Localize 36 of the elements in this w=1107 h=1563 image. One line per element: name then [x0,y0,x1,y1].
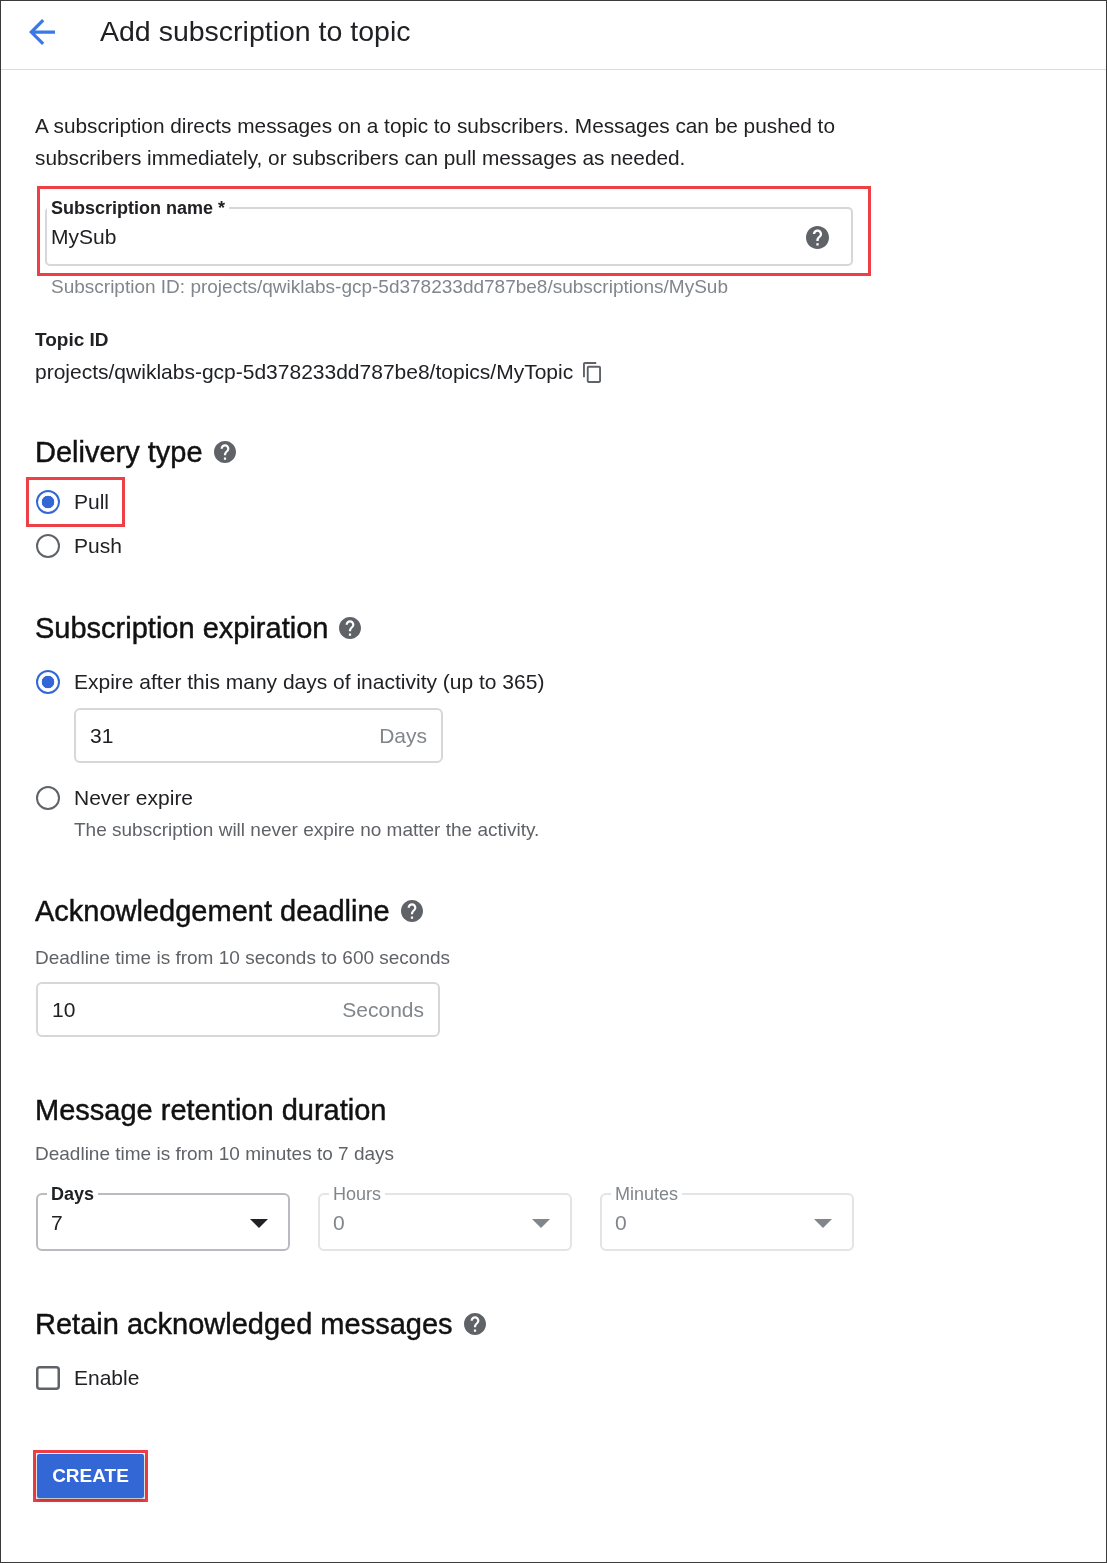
description-text: A subscription directs messages on a topic to subscribers. Messages can be pushed to subscribers immediately, or subscribers can pull messages as needed. [35,113,836,171]
checkbox-option[interactable]: Enable [36,1356,140,1400]
helper-text: Deadline time is from 10 seconds to 600 seconds [35,947,452,969]
create-button[interactable]: CREATE [37,1454,144,1498]
help-icon[interactable] [213,441,236,463]
radio-option[interactable]: Pull [36,480,110,524]
radio-icon[interactable] [36,534,60,558]
section-heading: Retain acknowledged messages [35,1307,453,1342]
section-heading: Acknowledgement deadline [35,894,390,929]
topic-id-text: projects/qwiklabs-gcp-5d378233dd787be8/topics/MyTopic [35,360,574,384]
help-icon[interactable] [806,225,829,249]
help-icon[interactable] [400,900,423,922]
subscription-name-field[interactable]: Subscription name * MySub [45,199,853,266]
dropdown-select[interactable]: Days 7 [36,1185,290,1251]
page-title: Add subscription to topic [100,14,411,48]
section-heading: Message retention duration [35,1093,387,1128]
section-heading: Delivery type [35,435,203,470]
radio-icon[interactable] [36,670,60,694]
copy-icon[interactable] [583,361,602,383]
caret-icon[interactable] [250,1218,268,1228]
checkbox-icon[interactable] [36,1366,60,1390]
number-input-field[interactable]: 31 Days [74,708,443,763]
radio-icon[interactable] [36,786,60,810]
radio-icon[interactable] [36,490,60,514]
help-icon[interactable] [463,1313,486,1335]
helper-text: Deadline time is from 10 minutes to 7 days [35,1143,396,1165]
radio-option[interactable]: Never expire [36,776,194,820]
radio-option[interactable]: Expire after this many days of inactivity (up to 365) [36,660,545,704]
help-icon[interactable] [339,617,362,639]
back-button[interactable] [29,19,55,45]
field-label: Topic ID [35,328,110,352]
number-input-field[interactable]: 10 Seconds [36,982,440,1037]
helper-text: Subscription ID: projects/qwiklabs-gcp-5d378233dd787be8/subscriptions/MySub [51,277,729,297]
helper-text: The subscription will never expire no matter the activity. [74,819,541,841]
section-heading: Subscription expiration [35,611,329,646]
radio-option[interactable]: Push [36,524,122,568]
